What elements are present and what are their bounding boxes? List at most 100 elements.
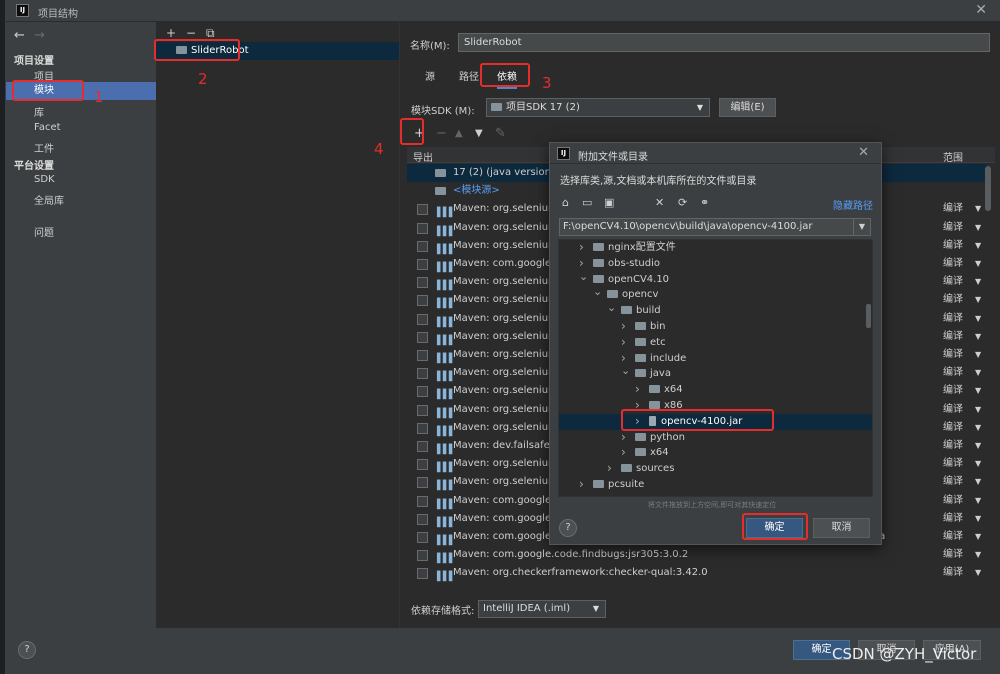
chevron-down-icon[interactable]: ▼ bbox=[975, 310, 981, 328]
export-checkbox[interactable] bbox=[417, 550, 428, 562]
file-tree-item[interactable]: ⌄ build bbox=[559, 301, 872, 319]
dependency-scope[interactable]: 编译 bbox=[943, 346, 963, 364]
chevron-down-icon[interactable]: ▼ bbox=[975, 419, 981, 437]
close-icon[interactable]: ✕ bbox=[858, 145, 869, 160]
file-tree-item[interactable]: › pcsuite bbox=[559, 477, 872, 493]
chevron-right-icon[interactable]: › bbox=[607, 460, 612, 476]
new-folder-icon[interactable]: ▣ bbox=[604, 196, 614, 209]
export-checkbox[interactable] bbox=[417, 386, 428, 398]
refresh-icon[interactable]: ⟳ bbox=[678, 196, 687, 209]
move-down-icon[interactable]: ▼ bbox=[475, 128, 483, 139]
file-tree-item[interactable]: › etc bbox=[559, 334, 872, 351]
chevron-down-icon[interactable]: ▼ bbox=[975, 401, 981, 419]
hide-path-link[interactable]: 隐藏路径 bbox=[833, 197, 873, 212]
dependency-scope[interactable]: 编译 bbox=[943, 455, 963, 473]
dependency-scope[interactable]: 编译 bbox=[943, 564, 963, 582]
home-icon[interactable]: ⌂ bbox=[562, 196, 569, 209]
file-tree-item[interactable]: › obs-studio bbox=[559, 256, 872, 272]
dependency-scope[interactable]: 编译 bbox=[943, 546, 963, 564]
chevron-right-icon[interactable]: › bbox=[621, 334, 626, 350]
export-checkbox[interactable] bbox=[417, 459, 428, 471]
chevron-down-icon[interactable]: ▼ bbox=[975, 200, 981, 218]
tab-sources[interactable]: 源 bbox=[425, 68, 435, 83]
storage-format-select[interactable]: IntelliJ IDEA (.iml) ▼ bbox=[478, 600, 606, 618]
export-checkbox[interactable] bbox=[417, 477, 428, 489]
export-checkbox[interactable] bbox=[417, 441, 428, 452]
link-icon[interactable]: ⚭ bbox=[700, 196, 709, 209]
chevron-down-icon[interactable]: ▼ bbox=[975, 237, 981, 255]
export-checkbox[interactable] bbox=[417, 350, 428, 361]
chevron-down-icon[interactable]: ▼ bbox=[975, 346, 981, 364]
file-tree-item[interactable]: ⌄ openCV4.10 bbox=[559, 269, 872, 288]
chevron-right-icon[interactable]: › bbox=[635, 381, 640, 397]
export-checkbox[interactable] bbox=[417, 295, 428, 307]
path-input[interactable]: F:\openCV4.10\opencv\build\java\opencv-4… bbox=[559, 218, 859, 236]
chevron-down-icon[interactable]: ⌄ bbox=[593, 284, 602, 300]
file-tree-item[interactable]: ⌄ java bbox=[559, 363, 872, 382]
dependency-scope[interactable]: 编译 bbox=[943, 219, 963, 237]
chevron-down-icon[interactable]: ▼ bbox=[975, 219, 981, 237]
export-checkbox[interactable] bbox=[417, 222, 428, 234]
export-checkbox[interactable] bbox=[417, 532, 428, 543]
chevron-down-icon[interactable]: ⌄ bbox=[579, 269, 588, 285]
dependency-scope[interactable]: 编译 bbox=[943, 328, 963, 346]
dependency-scope[interactable]: 编译 bbox=[943, 291, 963, 309]
chevron-down-icon[interactable]: ▼ bbox=[975, 564, 981, 582]
export-checkbox[interactable] bbox=[417, 259, 428, 270]
header-export[interactable]: 导出 bbox=[413, 149, 433, 164]
dependency-row[interactable]: ▌▌▌ Maven: org.checkerframework:checker-q… bbox=[407, 564, 987, 582]
chevron-down-icon[interactable]: ▼ bbox=[975, 328, 981, 346]
dependency-scope[interactable]: 编译 bbox=[943, 200, 963, 218]
edit-dependency-icon[interactable]: ✎ bbox=[495, 126, 506, 141]
add-module-icon[interactable]: + bbox=[166, 26, 176, 40]
chevron-down-icon[interactable]: ▼ bbox=[975, 510, 981, 528]
module-sdk-select[interactable]: 项目SDK 17 (2) ▼ bbox=[486, 98, 710, 117]
sidebar-item-artifacts[interactable]: 工件 bbox=[34, 140, 54, 155]
export-checkbox[interactable] bbox=[417, 513, 428, 525]
dependency-scope[interactable]: 编译 bbox=[943, 255, 963, 273]
export-checkbox[interactable] bbox=[417, 313, 428, 325]
desktop-icon[interactable]: ▭ bbox=[582, 196, 592, 209]
dependency-scope[interactable]: 编译 bbox=[943, 401, 963, 419]
header-scope[interactable]: 范围 bbox=[943, 149, 963, 164]
file-tree-item[interactable]: › bin bbox=[559, 318, 872, 335]
sidebar-item-sdk[interactable]: SDK bbox=[34, 174, 55, 185]
help-icon[interactable]: ? bbox=[18, 641, 36, 659]
export-checkbox[interactable] bbox=[417, 240, 428, 252]
chevron-down-icon[interactable]: ▼ bbox=[975, 437, 981, 455]
export-checkbox[interactable] bbox=[417, 331, 428, 343]
chevron-down-icon[interactable]: ▼ bbox=[975, 255, 981, 273]
dependency-scope[interactable]: 编译 bbox=[943, 528, 963, 546]
file-tree-item[interactable]: › include bbox=[559, 351, 872, 367]
module-name-input[interactable]: SliderRobot bbox=[458, 33, 990, 52]
remove-module-icon[interactable]: − bbox=[186, 26, 196, 40]
chevron-down-icon[interactable]: ⌄ bbox=[621, 363, 630, 379]
file-tree-item[interactable]: › sources bbox=[559, 460, 872, 477]
sidebar-item-libraries[interactable]: 库 bbox=[34, 104, 44, 119]
sidebar-item-global-libraries[interactable]: 全局库 bbox=[34, 192, 64, 207]
export-checkbox[interactable] bbox=[417, 368, 428, 380]
dependency-scope[interactable]: 编译 bbox=[943, 419, 963, 437]
help-icon[interactable]: ? bbox=[559, 519, 577, 537]
chevron-right-icon[interactable]: › bbox=[579, 240, 584, 255]
chevron-right-icon[interactable]: › bbox=[621, 318, 626, 334]
chevron-down-icon[interactable]: ▼ bbox=[853, 218, 871, 236]
sidebar-item-problems[interactable]: 问题 bbox=[34, 224, 54, 239]
file-tree-item[interactable]: › x64 bbox=[559, 445, 872, 461]
export-checkbox[interactable] bbox=[417, 204, 428, 216]
chevron-down-icon[interactable]: ▼ bbox=[975, 382, 981, 400]
export-checkbox[interactable] bbox=[417, 495, 428, 507]
delete-icon[interactable]: ✕ bbox=[655, 196, 664, 209]
dependency-row[interactable]: ▌▌▌ Maven: com.google.code.findbugs:jsr30… bbox=[407, 546, 987, 564]
file-tree-item[interactable]: › nginx配置文件 bbox=[559, 240, 872, 256]
dependency-scope[interactable]: 编译 bbox=[943, 492, 963, 510]
forward-arrow-icon[interactable]: → bbox=[34, 28, 45, 43]
move-up-icon[interactable]: ▲ bbox=[455, 128, 463, 139]
chevron-down-icon[interactable]: ▼ bbox=[975, 364, 981, 382]
chevron-down-icon[interactable]: ▼ bbox=[975, 528, 981, 546]
back-arrow-icon[interactable]: ← bbox=[14, 28, 25, 43]
remove-dependency-icon[interactable]: − bbox=[436, 126, 447, 141]
edit-sdk-button[interactable]: 编辑(E) bbox=[719, 98, 776, 117]
close-icon[interactable]: ✕ bbox=[975, 2, 987, 18]
export-checkbox[interactable] bbox=[417, 277, 428, 289]
